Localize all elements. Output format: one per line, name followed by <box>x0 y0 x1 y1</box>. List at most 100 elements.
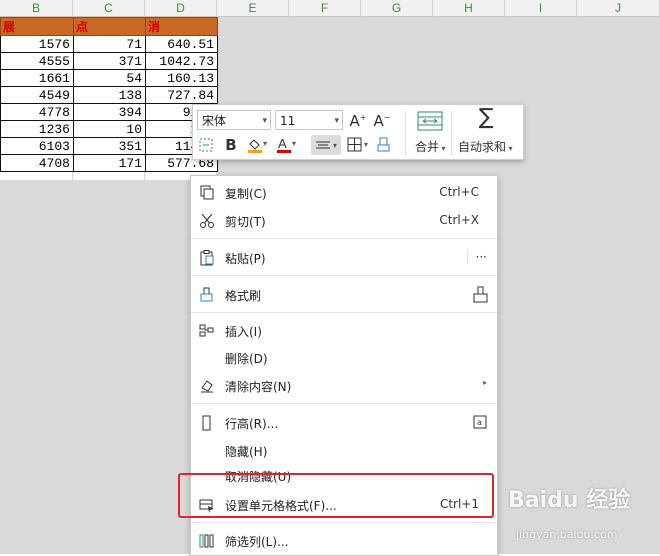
column-header-b[interactable]: B <box>0 0 73 17</box>
svg-text:▾: ▾ <box>263 139 267 148</box>
table-cell[interactable]: 171 <box>73 154 146 172</box>
format-painter-icon[interactable] <box>377 136 391 154</box>
watermark-url: jingyan.baidu.com <box>516 528 618 541</box>
table-cell[interactable]: 371 <box>73 52 146 70</box>
table-cell[interactable]: 394 <box>73 103 146 121</box>
decrease-font-icon[interactable]: A− <box>373 109 391 130</box>
increase-font-icon[interactable]: A+ <box>349 109 367 130</box>
column-header-h[interactable]: H <box>433 0 505 17</box>
menu-item-label: 筛选列(L)... <box>225 535 289 549</box>
auto-fit-icon[interactable]: a <box>473 415 487 429</box>
table-cell[interactable]: 4778 <box>0 103 74 121</box>
menu-item-label: 格式刷 <box>225 289 262 303</box>
fill-color-icon[interactable]: ▾ <box>245 136 267 154</box>
more-icon[interactable]: ··· <box>466 250 487 264</box>
format-painter-pin-icon[interactable] <box>471 286 489 304</box>
menu-divider <box>191 275 497 276</box>
mini-toolbar: 宋体 ▾ 11 ▾ A+ A− B ▾ A ▾ ▾ ▾ 合并 ▾ ∑ 自动求和 … <box>192 104 524 160</box>
menu-item-paste[interactable]: 粘贴(P) ··· <box>191 245 497 271</box>
chevron-down-icon: ▾ <box>334 116 339 126</box>
svg-text:▾: ▾ <box>292 139 296 148</box>
sigma-icon[interactable]: ∑ <box>475 107 497 129</box>
toolbar-divider <box>451 111 452 155</box>
table-cell[interactable]: 160.13 <box>145 69 218 87</box>
table-cell[interactable]: 71 <box>73 35 146 53</box>
column-header-g[interactable]: G <box>361 0 433 17</box>
svg-text:a: a <box>477 418 482 427</box>
border-icon[interactable]: ▾ <box>346 136 372 154</box>
column-header-j[interactable]: J <box>577 0 660 17</box>
menu-divider <box>191 238 497 239</box>
column-header-c[interactable]: C <box>73 0 145 17</box>
autosum-label: 自动求和 <box>458 140 507 154</box>
table-header-cell[interactable]: 展 <box>0 17 74 36</box>
table-cell[interactable]: 1042.73 <box>145 52 218 70</box>
svg-text:▾: ▾ <box>333 141 337 150</box>
highlight-box <box>178 473 494 518</box>
font-size-value: 11 <box>280 114 296 128</box>
table-cell[interactable]: 138 <box>73 86 146 104</box>
menu-item-label: 粘贴(P) <box>225 252 266 266</box>
menu-shortcut: Ctrl+X <box>439 213 479 227</box>
eraser-icon <box>201 380 213 393</box>
merge-label: 合并 <box>415 140 440 154</box>
table-cell[interactable]: 4549 <box>0 86 74 104</box>
merge-icon[interactable] <box>417 111 443 131</box>
baidu-watermark: Baidu 经验 jingyan.baidu.com <box>508 482 656 552</box>
menu-item-delete[interactable]: 删除(D) <box>191 345 497 371</box>
align-center-icon[interactable]: ▾ <box>311 135 341 155</box>
chevron-down-icon: ▾ <box>506 144 513 153</box>
table-cell[interactable]: 4555 <box>0 52 74 70</box>
column-header-i[interactable]: I <box>505 0 577 17</box>
autosum-button[interactable]: 自动求和 ▾ <box>458 138 513 155</box>
menu-item-label: 隐藏(H) <box>225 445 268 459</box>
table-cell[interactable]: 10 <box>73 120 146 138</box>
chevron-right-icon: ▸ <box>482 378 487 387</box>
menu-item-row-height[interactable]: 行高(R)... a <box>191 410 497 436</box>
menu-shortcut: Ctrl+C <box>439 185 479 199</box>
menu-divider <box>191 312 497 313</box>
menu-item-clear[interactable]: 清除内容(N) ▸ <box>191 373 497 399</box>
table-cell[interactable]: 1661 <box>0 69 74 87</box>
font-name-value: 宋体 <box>202 114 227 128</box>
paste-icon <box>200 250 214 266</box>
menu-item-filter-column[interactable]: 筛选列(L)... <box>191 528 497 554</box>
table-cell[interactable]: 54 <box>73 69 146 87</box>
table-cell[interactable]: 6103 <box>0 137 74 155</box>
font-name-select[interactable]: 宋体 ▾ <box>197 110 271 130</box>
table-cell[interactable]: 640.51 <box>145 35 218 53</box>
menu-item-copy[interactable]: 复制(C) Ctrl+C <box>191 180 497 206</box>
bold-icon[interactable]: B <box>223 136 239 154</box>
svg-text:A: A <box>278 136 287 151</box>
select-icon[interactable] <box>198 137 214 153</box>
menu-item-hide[interactable]: 隐藏(H) <box>191 438 497 464</box>
data-table: 展 点 消 1576 71 640.51 4555 371 1042.73 1661 54… <box>0 17 218 172</box>
column-header-f[interactable]: F <box>289 0 361 17</box>
column-header-d[interactable]: D <box>145 0 217 17</box>
svg-text:▾: ▾ <box>364 140 368 149</box>
chevron-down-icon: ▾ <box>262 116 267 126</box>
font-color-icon[interactable]: A ▾ <box>275 136 297 154</box>
table-cell[interactable]: 351 <box>73 137 146 155</box>
table-cell[interactable]: 1576 <box>0 35 74 53</box>
menu-item-insert[interactable]: 插入(I) <box>191 318 497 344</box>
menu-item-cut[interactable]: 剪切(T) Ctrl+X <box>191 208 497 234</box>
menu-item-label: 行高(R)... <box>225 417 279 431</box>
menu-item-label: 插入(I) <box>225 325 262 339</box>
table-header-cell[interactable]: 点 <box>73 17 146 36</box>
format-painter-icon <box>200 287 213 302</box>
table-cell[interactable]: 1236 <box>0 120 74 138</box>
table-header-cell[interactable]: 消 <box>145 17 218 36</box>
menu-item-label: 复制(C) <box>225 187 267 201</box>
column-header-e[interactable]: E <box>217 0 289 17</box>
table-cell[interactable]: 727.84 <box>145 86 218 104</box>
watermark-brand: Baidu 经验 <box>508 488 631 513</box>
insert-icon <box>199 324 214 337</box>
table-cell[interactable]: 4708 <box>0 154 74 172</box>
font-size-select[interactable]: 11 ▾ <box>275 110 343 130</box>
menu-divider <box>191 522 497 523</box>
merge-button[interactable]: 合并 ▾ <box>415 138 446 155</box>
copy-icon <box>200 185 214 200</box>
menu-item-label: 删除(D) <box>225 352 268 366</box>
menu-item-format-painter[interactable]: 格式刷 <box>191 282 497 308</box>
